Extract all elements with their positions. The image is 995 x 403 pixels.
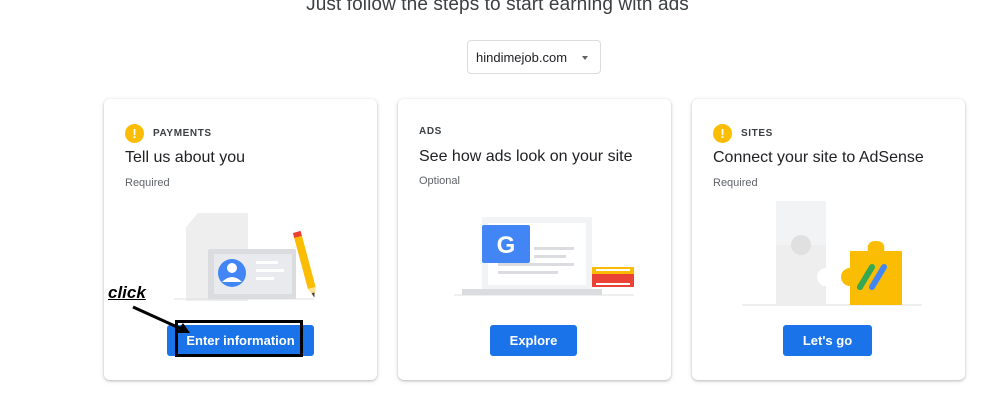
page-headline: Just follow the steps to start earning w… [306,0,689,15]
payments-card: ! PAYMENTS Tell us about you Required En… [104,99,377,380]
enter-information-button[interactable]: Enter information [167,325,314,356]
sites-category: ! SITES [713,123,773,143]
puzzle-illustration [742,201,922,306]
laptop-ads-illustration: G [454,217,634,296]
site-selector-dropdown[interactable]: hindimejob.com [467,40,601,74]
click-annotation-label: click [108,283,146,302]
ads-category-label: ADS [419,125,442,137]
payments-card-title: Tell us about you [125,149,246,166]
lets-go-button[interactable]: Let's go [783,325,872,356]
explore-button[interactable]: Explore [490,325,577,356]
ads-card-title: See how ads look on your site [419,148,633,165]
payments-category-label: PAYMENTS [153,127,212,139]
sites-category-label: SITES [741,127,773,139]
ads-card: ADS See how ads look on your site Option… [398,99,671,380]
payments-category: ! PAYMENTS [125,123,212,143]
google-g-icon: G [497,232,516,259]
site-selector-value: hindimejob.com [476,49,568,65]
sites-card: ! SITES Connect your site to AdSense Req… [692,99,965,380]
ads-category: ADS [419,121,442,141]
warning-icon: ! [125,123,144,143]
payments-card-status: Required [125,177,170,189]
sites-card-status: Required [713,177,758,189]
sites-card-title: Connect your site to AdSense [713,149,924,166]
warning-icon: ! [713,123,732,143]
dropdown-caret-icon [582,56,588,60]
ads-card-status: Optional [419,175,460,187]
